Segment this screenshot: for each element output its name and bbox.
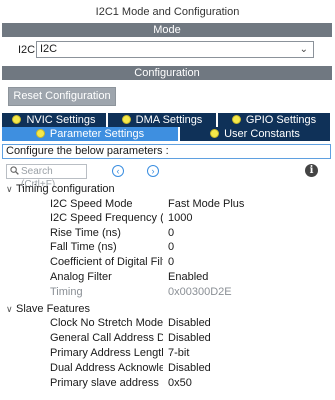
tab-label: Parameter Settings (49, 128, 145, 140)
param-row[interactable]: I2C Speed Frequency (K... 1000 (0, 211, 335, 226)
tab-parameter-settings[interactable]: Parameter Settings (2, 127, 178, 141)
status-ok-icon (35, 129, 45, 138)
param-name: I2C Speed Mode (50, 198, 133, 210)
group-title: Slave Features (16, 303, 90, 315)
param-name: Timing (50, 286, 83, 298)
chevron-down-icon: ∨ (6, 304, 13, 314)
param-value: Enabled (168, 271, 209, 283)
param-value: 1000 (168, 212, 193, 224)
param-name: Dual Address Acknowle... (50, 362, 163, 374)
tab-dma-settings[interactable]: DMA Settings (108, 113, 216, 127)
i2c-mode-value: I2C (40, 43, 58, 55)
tab-label: DMA Settings (135, 114, 203, 126)
param-name: Primary slave address (50, 377, 159, 389)
search-previous-button[interactable]: ‹ (112, 165, 124, 177)
group-slave-features[interactable]: ∨ Slave Features (6, 303, 90, 315)
reset-configuration-button[interactable]: Reset Configuration (8, 87, 116, 106)
param-value: 7-bit (168, 347, 190, 359)
tab-user-constants[interactable]: User Constants (180, 127, 330, 141)
param-name: Fall Time (ns) (50, 241, 117, 253)
param-name: Coefficient of Digital Filter (50, 256, 163, 268)
configuration-section-header: Configuration (2, 66, 332, 80)
param-row[interactable]: Primary Address Length... 7-bit (0, 346, 335, 361)
param-value: 0 (168, 256, 175, 268)
param-row[interactable]: Rise Time (ns) 0 (0, 226, 335, 241)
mode-section-header: Mode (2, 23, 332, 37)
search-icon (10, 166, 19, 175)
status-ok-icon (12, 115, 22, 124)
param-value: Disabled (168, 317, 211, 329)
param-value: Fast Mode Plus (168, 198, 245, 210)
param-row[interactable]: Primary slave address 0x50 (0, 376, 335, 391)
tab-gpio-settings[interactable]: GPIO Settings (218, 113, 330, 127)
param-row[interactable]: General Call Address De... Disabled (0, 331, 335, 346)
tab-label: NVIC Settings (26, 114, 96, 126)
param-row[interactable]: Dual Address Acknowle... Disabled (0, 361, 335, 376)
search-input[interactable]: Search (Crtl+F) (6, 164, 87, 190)
tab-label: GPIO Settings (245, 114, 317, 126)
i2c-mode-label: I2C (18, 44, 36, 56)
chevron-down-icon: ⌄ (299, 44, 308, 55)
param-name: Clock No Stretch Mode (50, 317, 163, 329)
status-ok-icon (121, 115, 131, 124)
status-ok-icon (231, 115, 241, 124)
i2c-mode-select[interactable]: I2C ⌄ (36, 41, 314, 58)
param-value: Disabled (168, 332, 211, 344)
tab-nvic-settings[interactable]: NVIC Settings (2, 113, 106, 127)
info-icon[interactable]: i (305, 164, 318, 177)
param-name: General Call Address De... (50, 332, 163, 344)
tab-label: User Constants (224, 128, 300, 140)
param-name: Primary Address Length... (50, 347, 163, 359)
param-row[interactable]: Coefficient of Digital Filter 0 (0, 255, 335, 270)
param-name: Rise Time (ns) (50, 227, 121, 239)
param-row: Timing 0x00300D2E (0, 285, 335, 300)
parameters-description: Configure the below parameters : (2, 144, 331, 159)
param-value: 0x50 (168, 377, 192, 389)
param-row[interactable]: Analog Filter Enabled (0, 270, 335, 285)
chevron-down-icon: ∨ (6, 184, 13, 194)
param-row[interactable]: I2C Speed Mode Fast Mode Plus (0, 197, 335, 212)
group-title: Timing configuration (16, 183, 115, 195)
param-value: 0 (168, 227, 175, 239)
status-ok-icon (210, 129, 220, 138)
param-value: 0 (168, 241, 175, 253)
param-name: I2C Speed Frequency (K... (50, 212, 163, 224)
param-row[interactable]: Fall Time (ns) 0 (0, 240, 335, 255)
param-value: 0x00300D2E (168, 286, 232, 298)
group-timing-configuration[interactable]: ∨ Timing configuration (6, 183, 115, 195)
param-row[interactable]: Clock No Stretch Mode Disabled (0, 316, 335, 331)
search-next-button[interactable]: › (147, 165, 159, 177)
window-title: I2C1 Mode and Configuration (0, 0, 335, 23)
param-name: Analog Filter (50, 271, 112, 283)
param-value: Disabled (168, 362, 211, 374)
